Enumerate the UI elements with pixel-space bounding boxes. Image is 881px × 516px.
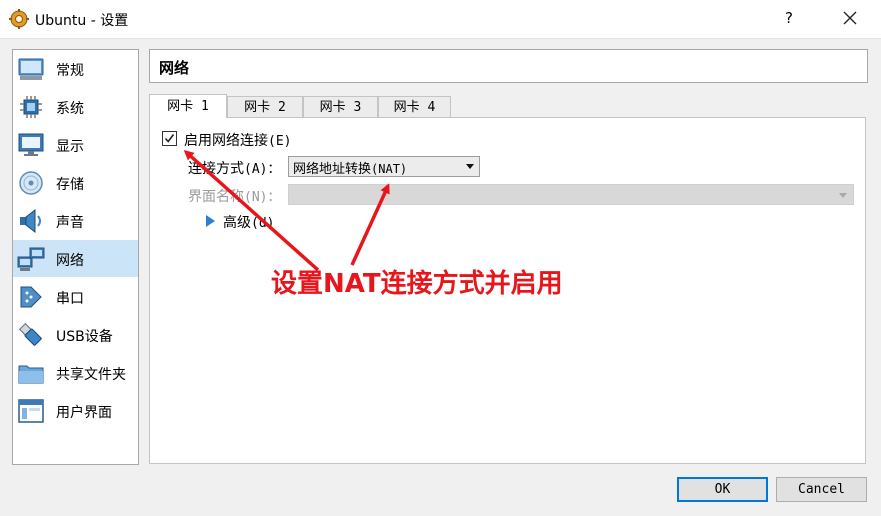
tab-adapter-2[interactable]: 网卡 2 bbox=[227, 96, 303, 117]
user-interface-icon bbox=[18, 399, 44, 423]
chevron-down-icon bbox=[839, 193, 847, 198]
advanced-toggle[interactable]: 高级(d) bbox=[223, 212, 274, 232]
enable-network-label[interactable]: 启用网络连接(E) bbox=[184, 130, 291, 150]
usb-icon bbox=[18, 322, 42, 346]
display-monitor-icon bbox=[18, 133, 44, 156]
title-bar: Ubuntu - 设置 ? bbox=[0, 0, 881, 39]
sidebar-item-display[interactable]: 显示 bbox=[13, 126, 138, 163]
sidebar-item-label: 串口 bbox=[56, 291, 84, 307]
interface-name-select[interactable] bbox=[288, 184, 854, 205]
page-title-box: 网络 bbox=[149, 49, 868, 83]
general-monitor-icon bbox=[18, 58, 44, 80]
interface-name-label: 界面名称(N)： bbox=[188, 189, 281, 205]
attached-to-value: 网络地址转换(NAT) bbox=[293, 162, 408, 177]
sidebar-item-user-interface[interactable]: 用户界面 bbox=[13, 392, 138, 429]
cancel-button[interactable]: Cancel bbox=[776, 477, 867, 502]
sidebar-item-label: 声音 bbox=[56, 215, 84, 231]
sidebar-item-storage[interactable]: 存储 bbox=[13, 164, 138, 201]
checkmark-icon bbox=[164, 134, 175, 143]
sidebar-item-label: USB设备 bbox=[56, 329, 113, 345]
sidebar-item-label: 存储 bbox=[56, 177, 84, 193]
ok-button[interactable]: OK bbox=[677, 477, 768, 502]
tab-adapter-1[interactable]: 网卡 1 bbox=[149, 94, 227, 118]
attached-to-select[interactable]: 网络地址转换(NAT) bbox=[288, 156, 480, 177]
sidebar-item-label: 网络 bbox=[56, 253, 84, 269]
sidebar-item-network[interactable]: 网络 bbox=[13, 240, 138, 277]
expand-triangle-icon[interactable] bbox=[206, 215, 215, 227]
help-button[interactable]: ? bbox=[785, 9, 793, 27]
close-icon[interactable] bbox=[838, 6, 862, 30]
chevron-down-icon bbox=[466, 164, 474, 169]
sidebar-item-audio[interactable]: 声音 bbox=[13, 202, 138, 239]
page-title: 网络 bbox=[159, 59, 190, 77]
sidebar-item-usb[interactable]: USB设备 bbox=[13, 316, 138, 353]
sidebar-item-system[interactable]: 系统 bbox=[13, 88, 138, 125]
tab-adapter-3[interactable]: 网卡 3 bbox=[303, 96, 378, 117]
serial-port-icon bbox=[20, 286, 42, 308]
storage-disc-icon bbox=[19, 171, 43, 195]
sidebar-item-label: 共享文件夹 bbox=[56, 367, 126, 383]
sidebar-item-label: 用户界面 bbox=[56, 405, 112, 421]
sidebar-item-label: 显示 bbox=[56, 139, 84, 155]
tab-adapter-4[interactable]: 网卡 4 bbox=[378, 96, 451, 117]
sidebar-item-label: 系统 bbox=[56, 101, 84, 117]
sidebar-item-shared-folders[interactable]: 共享文件夹 bbox=[13, 354, 138, 391]
speaker-icon bbox=[20, 208, 41, 234]
settings-sidebar: 常规 系统 显示 存储 声音 网络 串口 USB设备 共享文件夹 用户界面 bbox=[12, 49, 139, 465]
enable-network-checkbox[interactable] bbox=[162, 131, 177, 146]
network-icon bbox=[17, 247, 45, 271]
annotation-label: 设置NAT连接方式并启用 bbox=[271, 269, 563, 299]
shared-folder-icon bbox=[18, 365, 44, 384]
sidebar-item-serial[interactable]: 串口 bbox=[13, 278, 138, 315]
attached-to-label: 连接方式(A)： bbox=[188, 161, 281, 177]
sidebar-item-label: 常规 bbox=[56, 63, 84, 79]
window-title: Ubuntu - 设置 bbox=[35, 13, 129, 29]
system-chip-icon bbox=[20, 96, 42, 118]
sidebar-item-general[interactable]: 常规 bbox=[13, 50, 138, 87]
gear-icon bbox=[9, 9, 29, 29]
